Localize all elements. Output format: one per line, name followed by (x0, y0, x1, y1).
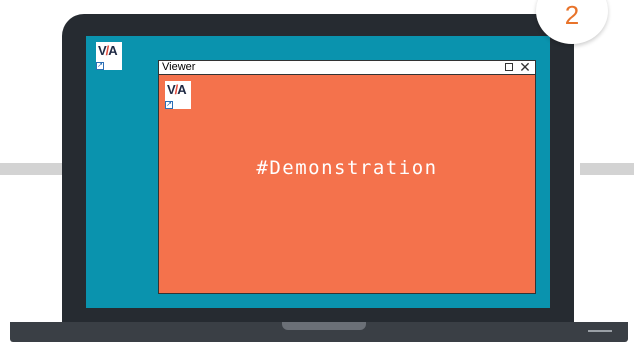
viewer-window: Viewer ✕ V/A ↗ #Demonstration (158, 60, 536, 294)
window-via-icon[interactable]: V/A ↗ (165, 81, 191, 109)
close-button[interactable]: ✕ (519, 60, 531, 74)
step-number: 2 (564, 0, 580, 30)
laptop-indicator-light (588, 330, 612, 332)
square-icon (505, 63, 513, 71)
demonstration-text: #Demonstration (256, 157, 438, 179)
laptop-base (10, 322, 628, 342)
shortcut-arrow-icon: ↗ (96, 62, 104, 70)
window-titlebar[interactable]: Viewer ✕ (159, 60, 535, 75)
laptop-base-notch (282, 322, 366, 330)
desktop-via-shortcut-icon[interactable]: V/A ↗ (96, 42, 122, 70)
window-title: Viewer (162, 61, 196, 73)
maximize-button[interactable] (503, 62, 515, 73)
via-logo: V/A (98, 43, 118, 58)
shortcut-arrow-icon: ↗ (165, 101, 173, 109)
desktop-screen: V/A ↗ Viewer ✕ V/A ↗ #Demonstration (86, 36, 550, 308)
background-stripe-right (580, 163, 634, 175)
via-logo: V/A (167, 82, 187, 97)
